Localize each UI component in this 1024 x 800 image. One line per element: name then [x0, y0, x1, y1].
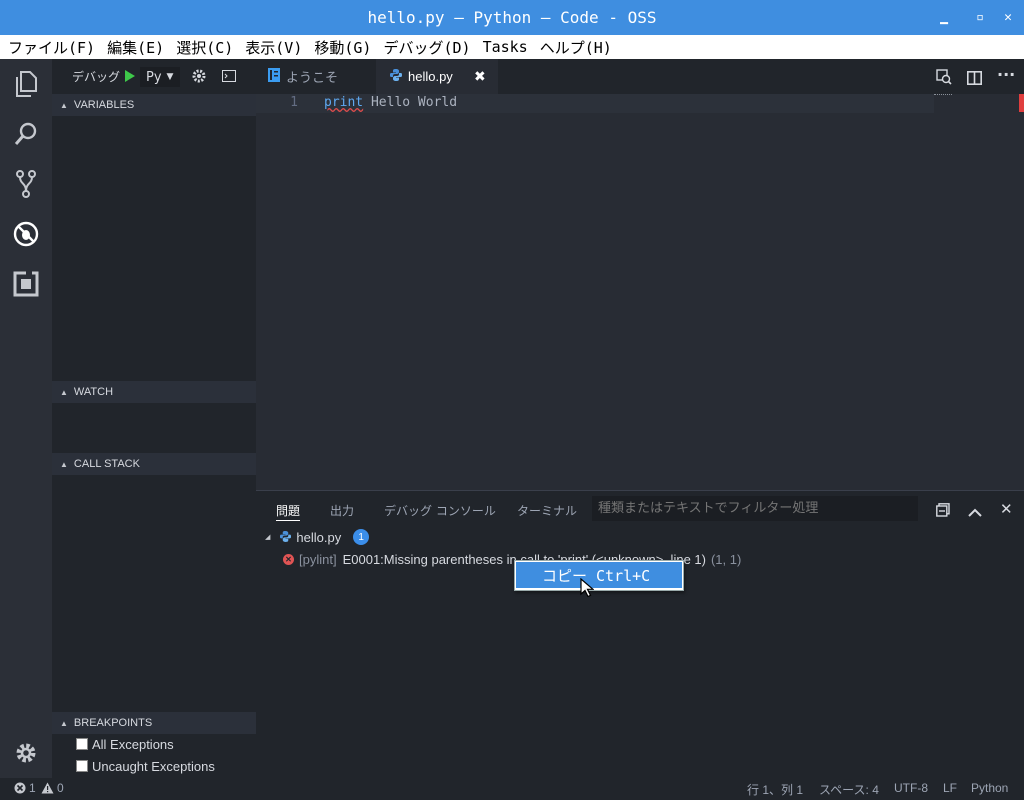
panel-tab-debug-console[interactable]: デバッグ コンソール: [384, 502, 496, 519]
warning-icon[interactable]: [41, 782, 54, 797]
status-bar: 1 0 行 1、列 1 スペース: 4 UTF-8 LF Python: [0, 778, 1024, 800]
menu-help[interactable]: ヘルプ(H): [540, 37, 612, 58]
caret-down-icon: ▼: [166, 72, 174, 82]
breakpoint-uncaught-exceptions[interactable]: Uncaught Exceptions: [76, 759, 215, 774]
menu-selection[interactable]: 選択(C): [176, 37, 233, 58]
checkbox[interactable]: [76, 738, 88, 750]
panel-tab-terminal[interactable]: ターミナル: [517, 502, 577, 519]
window-title: hello.py — Python — Code - OSS: [367, 8, 657, 27]
collapse-all-icon[interactable]: [936, 502, 950, 521]
python-file-icon: [280, 530, 292, 545]
menu-edit[interactable]: 編集(E): [107, 37, 164, 58]
variables-header[interactable]: ▲ VARIABLES: [52, 94, 256, 116]
menu-tasks[interactable]: Tasks: [483, 38, 528, 56]
problems-filter-input[interactable]: [592, 496, 918, 521]
breakpoints-header[interactable]: ▲ BREAKPOINTS: [52, 712, 256, 734]
activity-bar: [0, 59, 52, 778]
mouse-cursor-icon: [580, 577, 595, 602]
minimize-button[interactable]: ▁: [930, 0, 958, 35]
overview-ruler-error: [1019, 94, 1024, 112]
warning-count[interactable]: 0: [57, 781, 64, 795]
panel-tab-output[interactable]: 出力: [330, 502, 354, 519]
debug-icon[interactable]: [0, 209, 52, 259]
extensions-icon[interactable]: [0, 259, 52, 309]
call-stack-header[interactable]: ▲ CALL STACK: [52, 453, 256, 475]
tab-hello-py[interactable]: hello.py ✖: [376, 59, 498, 94]
language-mode[interactable]: Python: [971, 781, 1008, 795]
checkbox[interactable]: [76, 760, 88, 772]
maximize-panel-icon[interactable]: [968, 503, 982, 522]
open-changes-icon[interactable]: [936, 69, 952, 89]
problem-count-badge: 1: [353, 529, 370, 545]
debug-console-icon[interactable]: [222, 70, 236, 85]
panel-tab-problems[interactable]: 問題: [276, 502, 301, 521]
menu-debug[interactable]: デバッグ(D): [383, 37, 470, 58]
problem-location: (1, 1): [710, 551, 742, 567]
error-icon: ✕: [283, 553, 294, 565]
watch-header[interactable]: ▲ WATCH: [52, 381, 256, 403]
context-menu-copy[interactable]: コピー Ctrl+C: [516, 562, 682, 588]
close-panel-icon[interactable]: ✕: [1000, 500, 1013, 518]
debug-config-select[interactable]: Py ▼: [140, 67, 180, 87]
tab-welcome[interactable]: ようこそ: [256, 59, 376, 94]
code-line[interactable]: print Hello World: [324, 95, 457, 110]
problem-file-name: hello.py: [296, 529, 342, 545]
code-keyword: print: [324, 95, 364, 110]
expand-triangle-icon: ◢: [265, 534, 271, 541]
more-actions-icon[interactable]: ···: [997, 65, 1015, 84]
maximize-button[interactable]: ▫: [966, 0, 994, 35]
line-number: 1: [290, 95, 298, 110]
source-control-icon[interactable]: [0, 159, 52, 209]
close-tab-icon[interactable]: ✖: [474, 68, 486, 85]
menu-bar: ファイル(F) 編集(E) 選択(C) 表示(V) 移動(G) デバッグ(D) …: [0, 35, 1024, 59]
cursor-position[interactable]: 行 1、列 1: [747, 781, 803, 798]
editor-tabs: ようこそ hello.py ✖ ···: [256, 59, 1024, 94]
context-menu: コピー Ctrl+C: [514, 560, 684, 591]
problems-panel: 問題 出力 デバッグ コンソール ターミナル ✕ ◢ hello.py 1 ✕ …: [256, 490, 1024, 778]
start-debugging-icon[interactable]: [124, 69, 136, 86]
settings-gear-icon[interactable]: [0, 728, 52, 778]
debug-label: デバッグ: [72, 70, 121, 84]
explorer-icon[interactable]: [0, 59, 52, 109]
end-of-line[interactable]: LF: [943, 781, 957, 795]
menu-file[interactable]: ファイル(F): [8, 37, 95, 58]
debug-sidebar: ▲ VARIABLES ▲ WATCH ▲ CALL STACK ▲ BREAKPOIN…: [52, 59, 256, 778]
python-file-icon: [390, 69, 402, 84]
error-count-icon[interactable]: [14, 782, 26, 797]
code-editor[interactable]: 1 print Hello World: [256, 94, 1024, 490]
menu-go[interactable]: 移動(G): [314, 37, 371, 58]
indentation[interactable]: スペース: 4: [819, 781, 879, 798]
error-count[interactable]: 1: [29, 781, 36, 795]
file-encoding[interactable]: UTF-8: [894, 781, 928, 795]
menu-view[interactable]: 表示(V): [245, 37, 302, 58]
search-icon[interactable]: [0, 109, 52, 159]
welcome-icon: [268, 68, 280, 85]
code-text: Hello World: [363, 95, 458, 110]
minimap-slider[interactable]: [934, 94, 952, 98]
debug-toolbar: デバッグ Py ▼: [52, 59, 256, 94]
split-editor-icon[interactable]: [967, 70, 982, 89]
breakpoint-all-exceptions[interactable]: All Exceptions: [76, 737, 174, 752]
problem-source: [pylint]: [299, 551, 337, 567]
title-bar: hello.py — Python — Code - OSS ▁ ▫ ✕: [0, 0, 1024, 35]
close-window-button[interactable]: ✕: [994, 0, 1022, 35]
debug-settings-gear-icon[interactable]: [192, 69, 206, 86]
problem-file-row[interactable]: ◢ hello.py 1: [256, 527, 1024, 547]
